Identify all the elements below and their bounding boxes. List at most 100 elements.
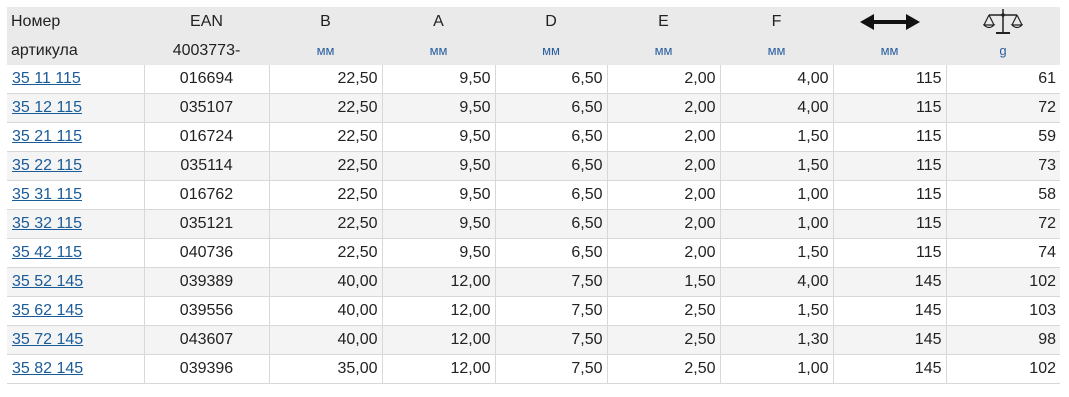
table-row: 35 22 115 035114 22,50 9,50 6,50 2,00 1,… [7, 151, 1060, 181]
unit-d: мм [495, 36, 607, 65]
double-arrow-icon [859, 13, 920, 30]
cell-b: 22,50 [269, 238, 383, 268]
cell-e: 2,00 [607, 93, 721, 123]
table-row: 35 72 145 043607 40,00 12,00 7,50 2,50 1… [7, 325, 1060, 355]
cell-a: 9,50 [382, 238, 496, 268]
cell-a: 12,00 [382, 296, 496, 326]
article-link[interactable]: 35 82 145 [12, 360, 83, 377]
cell-b: 22,50 [269, 65, 383, 94]
cell-d: 6,50 [495, 238, 608, 268]
cell-a: 9,50 [382, 122, 496, 152]
article-link[interactable]: 35 52 145 [12, 273, 83, 290]
cell-b: 22,50 [269, 151, 383, 181]
cell-ean: 035121 [144, 209, 270, 239]
cell-ean: 016694 [144, 65, 270, 94]
cell-e: 2,00 [607, 151, 721, 181]
table-row: 35 42 115 040736 22,50 9,50 6,50 2,00 1,… [7, 238, 1060, 268]
table-header: Номер EAN B A D E F артикула 4003773- мм… [7, 7, 1060, 65]
unit-e: мм [607, 36, 720, 65]
cell-weight: 61 [946, 65, 1060, 94]
header-row-units: артикула 4003773- мм мм мм мм мм мм g [7, 36, 1060, 65]
cell-b: 22,50 [269, 180, 383, 210]
header-d: D [495, 7, 607, 36]
unit-f: мм [720, 36, 833, 65]
cell-weight: 72 [946, 209, 1060, 239]
unit-length: мм [833, 36, 946, 65]
table-row: 35 12 115 035107 22,50 9,50 6,50 2,00 4,… [7, 93, 1060, 123]
cell-e: 2,00 [607, 122, 721, 152]
cell-article: 35 31 115 [7, 180, 145, 210]
cell-a: 9,50 [382, 180, 496, 210]
cell-a: 12,00 [382, 354, 496, 384]
cell-weight: 103 [946, 296, 1060, 326]
cell-length: 115 [833, 93, 947, 123]
cell-f: 1,30 [720, 325, 834, 355]
header-ean-prefix: 4003773- [144, 36, 269, 65]
cell-b: 22,50 [269, 209, 383, 239]
article-link[interactable]: 35 32 115 [12, 215, 82, 232]
cell-article: 35 82 145 [7, 354, 145, 384]
cell-weight: 59 [946, 122, 1060, 152]
product-spec-table: Номер EAN B A D E F артикула 4003773- мм… [7, 7, 1060, 384]
table-row: 35 31 115 016762 22,50 9,50 6,50 2,00 1,… [7, 180, 1060, 210]
cell-b: 40,00 [269, 325, 383, 355]
article-link[interactable]: 35 62 145 [12, 302, 83, 319]
cell-f: 4,00 [720, 93, 834, 123]
cell-d: 6,50 [495, 93, 608, 123]
cell-d: 7,50 [495, 267, 608, 297]
cell-f: 1,00 [720, 180, 834, 210]
table-row: 35 52 145 039389 40,00 12,00 7,50 1,50 4… [7, 267, 1060, 297]
cell-b: 35,00 [269, 354, 383, 384]
cell-f: 1,50 [720, 296, 834, 326]
cell-d: 7,50 [495, 296, 608, 326]
unit-weight: g [946, 36, 1060, 65]
cell-weight: 98 [946, 325, 1060, 355]
header-a: A [382, 7, 495, 36]
cell-a: 9,50 [382, 93, 496, 123]
header-row-labels: Номер EAN B A D E F [7, 7, 1060, 36]
article-link[interactable]: 35 42 115 [12, 244, 82, 261]
cell-article: 35 62 145 [7, 296, 145, 326]
cell-b: 40,00 [269, 296, 383, 326]
cell-ean: 035114 [144, 151, 270, 181]
cell-b: 22,50 [269, 93, 383, 123]
cell-article: 35 22 115 [7, 151, 145, 181]
unit-b: мм [269, 36, 382, 65]
table-row: 35 62 145 039556 40,00 12,00 7,50 2,50 1… [7, 296, 1060, 326]
cell-ean: 039556 [144, 296, 270, 326]
cell-weight: 102 [946, 267, 1060, 297]
cell-article: 35 11 115 [7, 65, 145, 94]
cell-weight: 74 [946, 238, 1060, 268]
cell-e: 2,00 [607, 65, 721, 94]
cell-e: 2,50 [607, 354, 721, 384]
cell-a: 9,50 [382, 151, 496, 181]
cell-weight: 102 [946, 354, 1060, 384]
article-link[interactable]: 35 72 145 [12, 331, 83, 348]
cell-e: 1,50 [607, 267, 721, 297]
article-link[interactable]: 35 12 115 [12, 99, 82, 116]
cell-article: 35 12 115 [7, 93, 145, 123]
cell-a: 9,50 [382, 65, 496, 94]
article-link[interactable]: 35 11 115 [12, 70, 81, 87]
header-b: B [269, 7, 382, 36]
cell-length: 145 [833, 296, 947, 326]
article-link[interactable]: 35 21 115 [12, 128, 82, 145]
cell-a: 9,50 [382, 209, 496, 239]
cell-weight: 73 [946, 151, 1060, 181]
cell-article: 35 72 145 [7, 325, 145, 355]
table-row: 35 21 115 016724 22,50 9,50 6,50 2,00 1,… [7, 122, 1060, 152]
cell-weight: 72 [946, 93, 1060, 123]
cell-length: 115 [833, 238, 947, 268]
cell-length: 115 [833, 151, 947, 181]
article-link[interactable]: 35 22 115 [12, 157, 82, 174]
header-f: F [720, 7, 833, 36]
cell-e: 2,50 [607, 325, 721, 355]
cell-length: 115 [833, 180, 947, 210]
header-ean: EAN [144, 7, 269, 36]
cell-length: 145 [833, 325, 947, 355]
cell-f: 4,00 [720, 267, 834, 297]
table-row: 35 11 115 016694 22,50 9,50 6,50 2,00 4,… [7, 65, 1060, 94]
header-weight [946, 7, 1060, 36]
article-link[interactable]: 35 31 115 [12, 186, 82, 203]
header-article: Номер [7, 7, 144, 36]
